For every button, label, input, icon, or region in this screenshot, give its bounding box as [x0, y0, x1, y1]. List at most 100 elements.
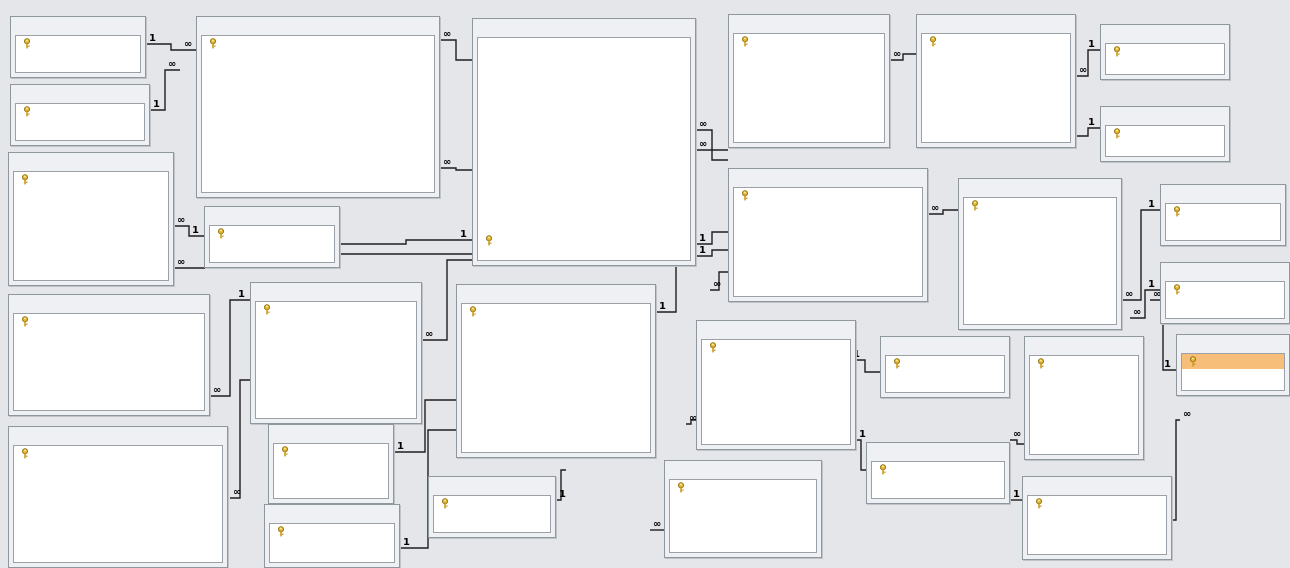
field-row[interactable]	[256, 347, 416, 362]
field-row[interactable]	[434, 511, 550, 526]
field-row[interactable]	[734, 203, 922, 218]
field-row[interactable]	[210, 241, 334, 256]
field-row[interactable]	[478, 158, 690, 173]
field-list[interactable]	[273, 443, 389, 499]
field-list[interactable]	[669, 479, 817, 553]
field-list[interactable]	[1105, 43, 1225, 75]
field-list[interactable]	[1165, 203, 1281, 241]
table-title[interactable]	[1161, 263, 1289, 280]
primary-key-field[interactable]	[202, 36, 434, 51]
primary-key-field[interactable]	[478, 233, 690, 248]
field-list[interactable]	[13, 171, 169, 281]
field-row[interactable]	[734, 94, 884, 109]
field-row[interactable]	[922, 64, 1070, 79]
field-row[interactable]	[922, 124, 1070, 139]
field-row[interactable]	[734, 49, 884, 64]
field-row[interactable]	[462, 409, 650, 424]
field-row[interactable]	[922, 79, 1070, 94]
field-row[interactable]	[478, 68, 690, 83]
field-row[interactable]	[478, 38, 690, 53]
field-list[interactable]	[885, 355, 1005, 393]
table-sb[interactable]	[866, 442, 1010, 504]
primary-key-field[interactable]	[670, 480, 816, 495]
field-row[interactable]	[462, 379, 650, 394]
field-row[interactable]	[964, 258, 1116, 273]
field-row[interactable]	[14, 389, 204, 404]
primary-key-field[interactable]	[964, 198, 1116, 213]
table-lico[interactable]	[472, 18, 696, 266]
table-title[interactable]	[269, 425, 393, 442]
primary-key-field[interactable]	[16, 104, 144, 119]
table-title[interactable]	[697, 321, 855, 338]
field-row[interactable]	[886, 371, 1004, 386]
primary-key-field[interactable]	[1028, 496, 1166, 511]
field-row[interactable]	[478, 113, 690, 128]
field-row[interactable]	[1030, 386, 1138, 401]
table-otp[interactable]	[958, 178, 1122, 330]
field-list[interactable]	[1029, 355, 1139, 455]
table-szy[interactable]	[1022, 476, 1172, 560]
field-row[interactable]	[202, 51, 434, 66]
field-row[interactable]	[478, 128, 690, 143]
table-srod[interactable]	[1100, 24, 1230, 80]
primary-key-field[interactable]	[734, 34, 884, 49]
table-att[interactable]	[696, 320, 856, 450]
relationship-line[interactable]	[1076, 127, 1100, 137]
primary-key-field[interactable]	[256, 302, 416, 317]
field-row[interactable]	[462, 334, 650, 349]
table-title[interactable]	[729, 169, 927, 186]
table-title[interactable]	[11, 85, 149, 102]
table-org[interactable]	[428, 476, 556, 538]
table-title[interactable]	[9, 427, 227, 444]
table-sem[interactable]	[916, 14, 1076, 148]
field-list[interactable]	[13, 313, 205, 411]
field-list[interactable]	[15, 35, 141, 73]
field-row[interactable]	[964, 303, 1116, 318]
primary-key-field[interactable]	[734, 188, 922, 203]
field-row[interactable]	[702, 400, 850, 415]
field-row[interactable]	[14, 506, 222, 521]
field-row[interactable]	[14, 536, 222, 551]
table-prof[interactable]	[728, 14, 890, 148]
field-row[interactable]	[202, 81, 434, 96]
field-row[interactable]	[462, 319, 650, 334]
field-row[interactable]	[702, 370, 850, 385]
primary-key-field[interactable]	[14, 446, 222, 461]
field-row[interactable]	[734, 218, 922, 233]
table-szn[interactable]	[1176, 334, 1290, 396]
table-title[interactable]	[197, 17, 439, 34]
relationship-line[interactable]	[440, 39, 472, 61]
field-list[interactable]	[701, 339, 851, 445]
field-list[interactable]	[255, 301, 417, 419]
table-nagr[interactable]	[664, 460, 822, 558]
field-row[interactable]	[478, 98, 690, 113]
field-row[interactable]	[14, 187, 168, 202]
table-vidotp[interactable]	[1160, 184, 1286, 246]
field-row[interactable]	[274, 474, 388, 489]
relationship-line[interactable]	[174, 225, 204, 237]
field-list[interactable]	[1027, 495, 1167, 555]
table-docob[interactable]	[250, 282, 422, 424]
primary-key-field[interactable]	[270, 524, 394, 539]
field-list[interactable]	[1181, 353, 1285, 391]
primary-key-field[interactable]	[886, 356, 1004, 371]
table-pasp[interactable]	[1024, 336, 1144, 460]
table-pk[interactable]	[728, 168, 928, 302]
table-profs[interactable]	[264, 504, 400, 568]
table-title[interactable]	[959, 179, 1121, 196]
field-list[interactable]	[209, 225, 335, 263]
field-row[interactable]	[734, 263, 922, 278]
table-kat[interactable]	[10, 16, 146, 78]
field-row[interactable]	[478, 188, 690, 203]
field-row[interactable]	[462, 424, 650, 439]
field-row[interactable]	[14, 202, 168, 217]
field-row[interactable]	[14, 374, 204, 389]
field-row[interactable]	[478, 53, 690, 68]
field-row[interactable]	[478, 218, 690, 233]
field-list[interactable]	[201, 35, 435, 193]
table-vu[interactable]	[196, 16, 440, 198]
field-list[interactable]	[15, 103, 145, 141]
primary-key-field[interactable]	[922, 34, 1070, 49]
table-title[interactable]	[11, 17, 145, 34]
primary-key-field[interactable]	[872, 462, 1004, 477]
